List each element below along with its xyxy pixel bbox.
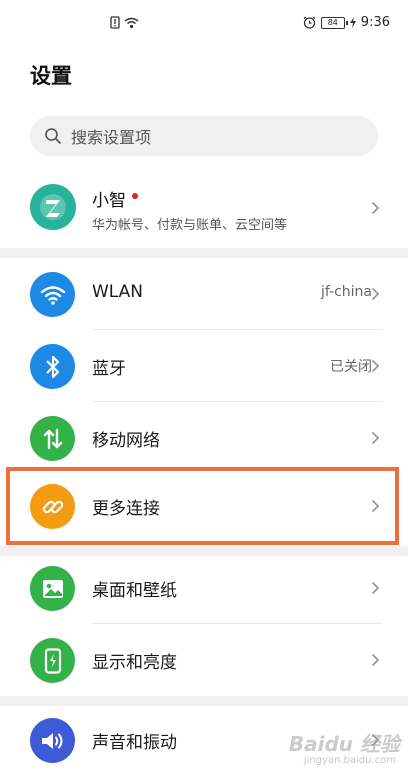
status-bar: 84 9:36 bbox=[0, 0, 408, 52]
avatar bbox=[30, 184, 76, 230]
chevron-right-icon bbox=[371, 653, 380, 667]
chevron-right-icon bbox=[371, 201, 380, 215]
setting-value: 已关闭 bbox=[330, 359, 372, 375]
wallpaper-icon bbox=[30, 566, 75, 611]
setting-display[interactable]: 显示和亮度 bbox=[0, 624, 408, 696]
setting-label: 桌面和壁纸 bbox=[92, 581, 177, 601]
account-row[interactable]: 小智 华为帐号、付款与账单、云空间等 bbox=[0, 170, 408, 246]
status-right-icons: 84 9:36 bbox=[303, 15, 390, 30]
search-input[interactable]: 搜索设置项 bbox=[30, 116, 378, 156]
account-subtitle: 华为帐号、付款与账单、云空间等 bbox=[92, 218, 288, 233]
watermark-url: jingyan.baidu.com bbox=[303, 755, 396, 766]
chevron-right-icon bbox=[371, 581, 380, 595]
setting-label: 移动网络 bbox=[92, 431, 160, 451]
charging-icon bbox=[349, 17, 356, 28]
account-name: 小智 bbox=[92, 191, 126, 211]
setting-wallpaper[interactable]: 桌面和壁纸 bbox=[0, 552, 408, 624]
sim-alert-icon bbox=[110, 16, 120, 29]
clock: 9:36 bbox=[360, 15, 390, 30]
section-divider bbox=[0, 248, 408, 258]
setting-mobile-network[interactable]: 移动网络 bbox=[0, 402, 408, 474]
wifi-icon bbox=[30, 272, 75, 317]
mobile-data-icon bbox=[30, 416, 75, 461]
search-placeholder: 搜索设置项 bbox=[71, 128, 152, 147]
wifi-status-icon bbox=[124, 17, 139, 28]
setting-wlan[interactable]: WLAN jf-china bbox=[0, 258, 408, 330]
setting-label: 声音和振动 bbox=[92, 733, 177, 753]
setting-label: WLAN bbox=[92, 282, 144, 302]
avatar-logo-icon bbox=[40, 194, 66, 220]
display-icon bbox=[30, 638, 75, 683]
watermark-logo: Baidu 经验 bbox=[288, 732, 400, 756]
bluetooth-icon bbox=[30, 344, 75, 389]
chevron-right-icon bbox=[371, 431, 380, 445]
notification-dot bbox=[132, 193, 138, 199]
status-left-icons bbox=[110, 16, 139, 29]
chevron-right-icon bbox=[371, 359, 380, 373]
highlight-box bbox=[6, 467, 399, 545]
battery-icon: 84 bbox=[320, 16, 348, 29]
chevron-right-icon bbox=[371, 287, 380, 301]
page-title: 设置 bbox=[30, 64, 72, 88]
alarm-icon bbox=[303, 16, 316, 29]
sound-icon bbox=[30, 718, 75, 763]
setting-label: 蓝牙 bbox=[92, 359, 126, 379]
setting-value: jf-china bbox=[320, 284, 372, 300]
setting-bluetooth[interactable]: 蓝牙 已关闭 bbox=[0, 330, 408, 402]
search-icon bbox=[45, 128, 61, 144]
setting-label: 显示和亮度 bbox=[92, 653, 177, 673]
